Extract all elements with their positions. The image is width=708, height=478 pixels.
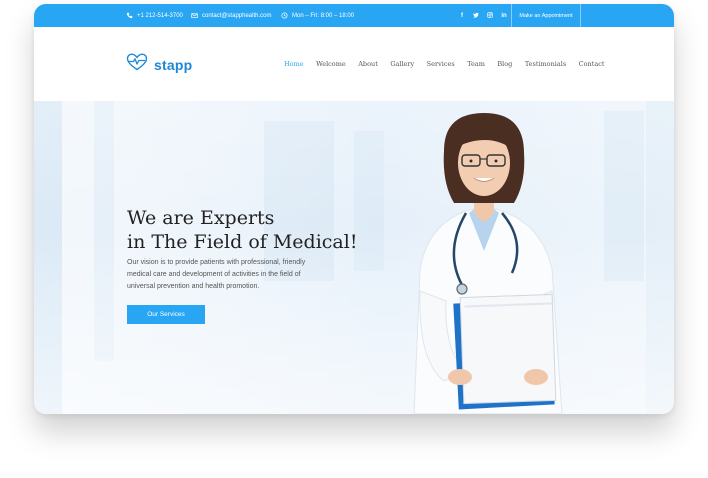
top-info-bar: +1 212-514-3700 contact@stapphealth.com …	[34, 4, 674, 27]
email-contact[interactable]: contact@stapphealth.com	[191, 4, 271, 27]
opening-hours: Mon – Fri: 8:00 – 18:00	[281, 4, 354, 27]
linkedin-icon[interactable]: in	[501, 13, 507, 19]
website-preview-card: +1 212-514-3700 contact@stapphealth.com …	[34, 4, 674, 414]
brand-logo[interactable]: stapp	[126, 53, 192, 76]
phone-contact[interactable]: +1 212-514-3700	[126, 4, 183, 27]
hero-section: We are Experts in The Field of Medical! …	[34, 101, 674, 414]
main-navigation: Home Welcome About Gallery Services Team…	[284, 27, 617, 101]
social-links: f in	[459, 4, 507, 27]
facebook-icon[interactable]: f	[459, 13, 465, 19]
hero-title-line1: We are Experts	[127, 206, 275, 229]
main-header: stapp Home Welcome About Gallery Service…	[34, 27, 674, 101]
hero-title-line2: in The Field of Medical!	[127, 230, 358, 253]
email-icon	[191, 12, 198, 19]
nav-testimonials[interactable]: Testimonials	[525, 60, 566, 68]
nav-welcome[interactable]: Welcome	[316, 60, 346, 68]
make-appointment-button[interactable]: Make an Appointment	[511, 4, 581, 27]
hero-description: Our vision is to provide patients with p…	[127, 259, 306, 290]
hero-title: We are Experts in The Field of Medical!	[127, 206, 357, 254]
nav-gallery[interactable]: Gallery	[390, 60, 414, 68]
phone-number: +1 212-514-3700	[137, 12, 183, 19]
heart-pulse-icon	[126, 53, 148, 76]
nav-services[interactable]: Services	[427, 60, 455, 68]
phone-icon	[126, 12, 133, 19]
twitter-icon[interactable]	[473, 12, 479, 20]
instagram-icon[interactable]	[487, 11, 493, 20]
our-services-button[interactable]: Our Services	[127, 305, 205, 324]
brand-name: stapp	[154, 56, 193, 73]
nav-home[interactable]: Home	[284, 60, 304, 68]
nav-contact[interactable]: Contact	[579, 60, 605, 68]
clock-icon	[281, 12, 288, 19]
hours-text: Mon – Fri: 8:00 – 18:00	[292, 12, 355, 19]
nav-team[interactable]: Team	[467, 60, 485, 68]
nav-about[interactable]: About	[358, 60, 378, 68]
email-address: contact@stapphealth.com	[202, 12, 272, 19]
nav-blog[interactable]: Blog	[497, 60, 512, 68]
doctor-photo	[413, 113, 563, 414]
